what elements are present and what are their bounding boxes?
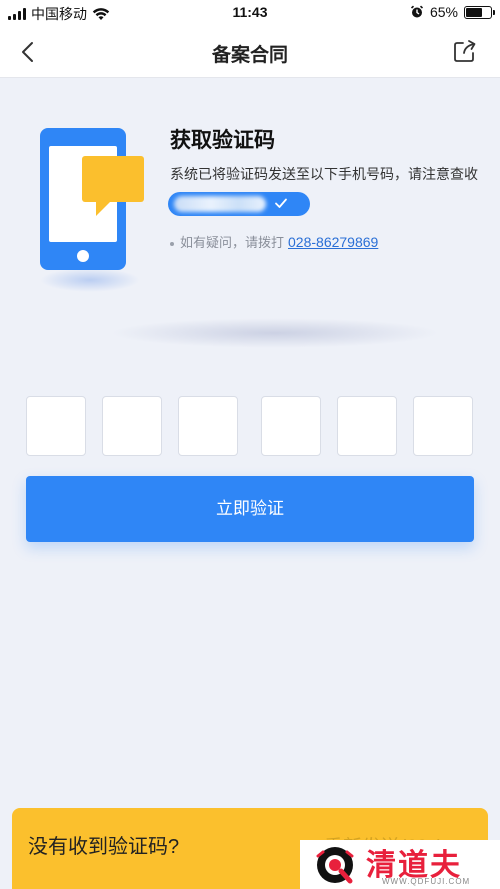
verify-description: 系统已将验证码发送至以下手机号码，请注意查收 [170,166,478,182]
verify-button[interactable]: 立即验证 [26,476,474,542]
phone-message-icon [40,128,144,270]
watermark-url: WWW.QDFUJI.COM [382,877,471,886]
code-input-4[interactable] [261,396,321,456]
status-bar: 中国移动 11:43 65% [0,0,500,26]
help-phone-link[interactable]: 028-86279869 [288,234,378,250]
card-shadow [110,318,440,348]
help-prefix: 如有疑问，请拨打 [180,235,285,250]
battery-fill [466,7,482,17]
masked-phone-blur [174,196,266,212]
code-input-6[interactable] [413,396,473,456]
verify-title: 获取验证码 [170,129,275,152]
watermark: 清道夫 WWW.QDFUJI.COM [300,840,500,889]
code-input-3[interactable] [178,396,238,456]
alarm-icon [410,5,424,18]
code-input-5[interactable] [337,396,397,456]
battery-icon [464,5,495,19]
watermark-logo [316,847,354,884]
check-icon [275,198,287,208]
code-input-2[interactable] [102,396,162,456]
code-input-1[interactable] [26,396,86,456]
nav-bar: 备案合同 [0,26,500,78]
page-title: 备案合同 [211,45,288,66]
share-icon[interactable] [452,38,478,64]
battery-percent: 65% [429,4,458,20]
bullet-icon [170,241,174,246]
help-line: 如有疑问，请拨打 028-86279869 [170,232,378,251]
no-code-text: 没有收到验证码? [28,836,180,858]
status-right: 65% [410,4,495,20]
